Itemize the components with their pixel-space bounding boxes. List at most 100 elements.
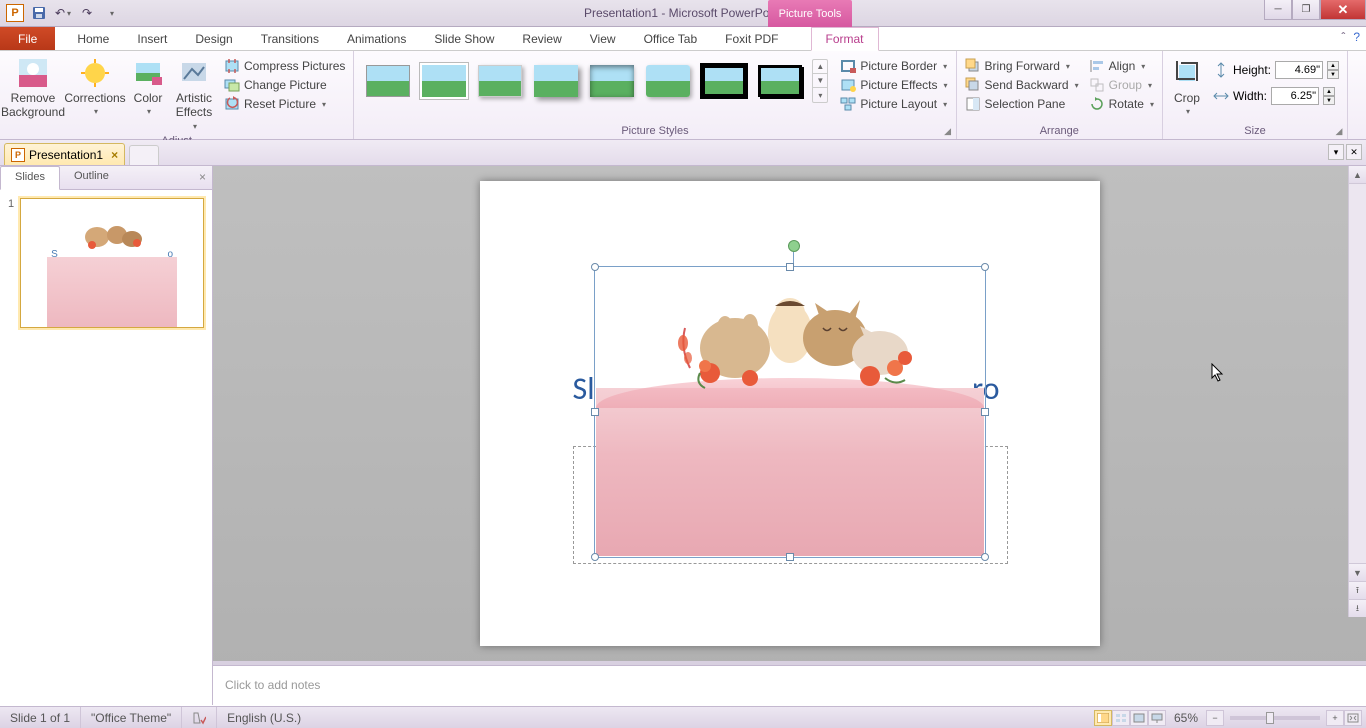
prev-slide-icon[interactable]: ⭱	[1349, 581, 1366, 599]
status-spellcheck[interactable]	[182, 707, 217, 728]
resize-handle-n[interactable]	[786, 263, 794, 271]
qat-customize-icon[interactable]: ▾	[100, 3, 122, 23]
height-input[interactable]	[1275, 61, 1323, 79]
document-tab-active[interactable]: P Presentation1 ×	[4, 143, 125, 165]
status-language[interactable]: English (U.S.)	[217, 707, 311, 728]
slide-thumbnail-1[interactable]: S o	[20, 198, 204, 328]
zoom-in-icon[interactable]: +	[1326, 710, 1344, 726]
tab-transitions[interactable]: Transitions	[247, 27, 333, 50]
picture-effects-button[interactable]: Picture Effects▾	[836, 76, 951, 94]
styles-dialog-launcher[interactable]: ◢	[942, 125, 954, 137]
tab-format[interactable]: Format	[811, 27, 879, 51]
status-slide-number[interactable]: Slide 1 of 1	[0, 707, 81, 728]
zoom-slider[interactable]	[1230, 716, 1320, 720]
picture-style-8[interactable]	[756, 63, 804, 99]
resize-handle-ne[interactable]	[981, 263, 989, 271]
tab-design[interactable]: Design	[181, 27, 246, 50]
tab-insert[interactable]: Insert	[123, 27, 181, 50]
picture-layout-button[interactable]: Picture Layout▾	[836, 95, 951, 113]
artistic-effects-button[interactable]: Artistic Effects▾	[170, 55, 218, 133]
pane-close-icon[interactable]: ×	[199, 170, 206, 184]
crop-button[interactable]: Crop▾	[1167, 55, 1207, 119]
notes-pane[interactable]: Click to add notes	[213, 665, 1366, 705]
change-picture-button[interactable]: Change Picture	[220, 76, 349, 94]
restore-button[interactable]: ❐	[1292, 0, 1320, 20]
group-button[interactable]: Group▾	[1085, 76, 1158, 94]
vertical-scrollbar[interactable]: ▲ ▼ ⭱ ⭳	[1348, 166, 1366, 617]
app-icon[interactable]: P	[4, 3, 26, 23]
tab-home[interactable]: Home	[63, 27, 123, 50]
resize-handle-s[interactable]	[786, 553, 794, 561]
gallery-more-icon[interactable]: ▾	[813, 88, 827, 102]
height-spinner[interactable]: ▲▼	[1327, 61, 1339, 79]
tab-foxit[interactable]: Foxit PDF	[711, 27, 792, 50]
send-backward-button[interactable]: Send Backward▾	[961, 76, 1083, 94]
compress-pictures-button[interactable]: Compress Pictures	[220, 57, 349, 75]
width-input[interactable]	[1271, 87, 1319, 105]
tab-file[interactable]: File	[0, 27, 55, 50]
minimize-button[interactable]: ─	[1264, 0, 1292, 20]
ribbon-help-buttons: ˆ ?	[1341, 30, 1360, 44]
picture-style-7[interactable]	[700, 63, 748, 99]
rotation-handle[interactable]	[788, 240, 800, 252]
tab-view[interactable]: View	[576, 27, 630, 50]
status-theme[interactable]: "Office Theme"	[81, 707, 182, 728]
save-icon[interactable]	[28, 3, 50, 23]
resize-handle-se[interactable]	[981, 553, 989, 561]
size-dialog-launcher[interactable]: ◢	[1333, 125, 1345, 137]
align-button[interactable]: Align▾	[1085, 57, 1158, 75]
new-document-tab[interactable]	[129, 145, 159, 165]
resize-handle-w[interactable]	[591, 408, 599, 416]
zoom-out-icon[interactable]: −	[1206, 710, 1224, 726]
rotate-button[interactable]: Rotate▾	[1085, 95, 1158, 113]
close-button[interactable]: ✕	[1320, 0, 1366, 20]
resize-handle-sw[interactable]	[591, 553, 599, 561]
scroll-down-icon[interactable]: ▼	[1349, 563, 1366, 581]
doctabs-close-icon[interactable]: ✕	[1346, 144, 1362, 160]
pane-tab-slides[interactable]: Slides	[0, 166, 60, 190]
color-button[interactable]: Color▾	[128, 55, 168, 119]
tab-animations[interactable]: Animations	[333, 27, 420, 50]
undo-icon[interactable]: ↶▾	[52, 3, 74, 23]
pane-tab-outline[interactable]: Outline	[60, 166, 123, 189]
tab-review[interactable]: Review	[508, 27, 575, 50]
corrections-button[interactable]: Corrections▾	[64, 55, 126, 119]
fit-to-window-icon[interactable]	[1344, 710, 1362, 726]
tab-officetab[interactable]: Office Tab	[630, 27, 712, 50]
zoom-slider-thumb[interactable]	[1266, 712, 1274, 724]
slide-canvas[interactable]: Sl ro	[213, 166, 1366, 661]
picture-style-4[interactable]	[532, 63, 580, 99]
view-slideshow-icon[interactable]	[1148, 710, 1166, 726]
resize-handle-e[interactable]	[981, 408, 989, 416]
zoom-level[interactable]: 65%	[1166, 711, 1206, 725]
gallery-scroll[interactable]: ▲▼▾	[812, 59, 828, 103]
gallery-down-icon[interactable]: ▼	[813, 74, 827, 88]
reset-picture-button[interactable]: Reset Picture▾	[220, 95, 349, 113]
doctabs-menu-icon[interactable]: ▾	[1328, 144, 1344, 160]
next-slide-icon[interactable]: ⭳	[1349, 599, 1366, 617]
view-sorter-icon[interactable]	[1112, 710, 1130, 726]
view-normal-icon[interactable]	[1094, 710, 1112, 726]
scroll-up-icon[interactable]: ▲	[1349, 166, 1366, 184]
picture-style-2[interactable]	[420, 63, 468, 99]
remove-background-button[interactable]: Remove Background	[4, 55, 62, 122]
tab-slideshow[interactable]: Slide Show	[420, 27, 508, 50]
document-tab-close-icon[interactable]: ×	[111, 148, 118, 162]
group-picture-styles: ▲▼▾ Picture Border▾ Picture Effects▾ Pic…	[354, 51, 956, 139]
selection-pane-button[interactable]: Selection Pane	[961, 95, 1083, 113]
bring-forward-button[interactable]: Bring Forward▾	[961, 57, 1083, 75]
help-icon[interactable]: ?	[1353, 30, 1360, 44]
selected-picture[interactable]	[594, 266, 986, 558]
view-reading-icon[interactable]	[1130, 710, 1148, 726]
picture-border-button[interactable]: Picture Border▾	[836, 57, 951, 75]
picture-style-5[interactable]	[588, 63, 636, 99]
width-spinner[interactable]: ▲▼	[1323, 87, 1335, 105]
redo-icon[interactable]: ↷	[76, 3, 98, 23]
picture-style-6[interactable]	[644, 63, 692, 99]
gallery-up-icon[interactable]: ▲	[813, 60, 827, 74]
contextual-tab-label: Picture Tools	[768, 0, 852, 27]
picture-style-1[interactable]	[364, 63, 412, 99]
picture-style-3[interactable]	[476, 63, 524, 99]
minimize-ribbon-icon[interactable]: ˆ	[1341, 30, 1345, 44]
resize-handle-nw[interactable]	[591, 263, 599, 271]
